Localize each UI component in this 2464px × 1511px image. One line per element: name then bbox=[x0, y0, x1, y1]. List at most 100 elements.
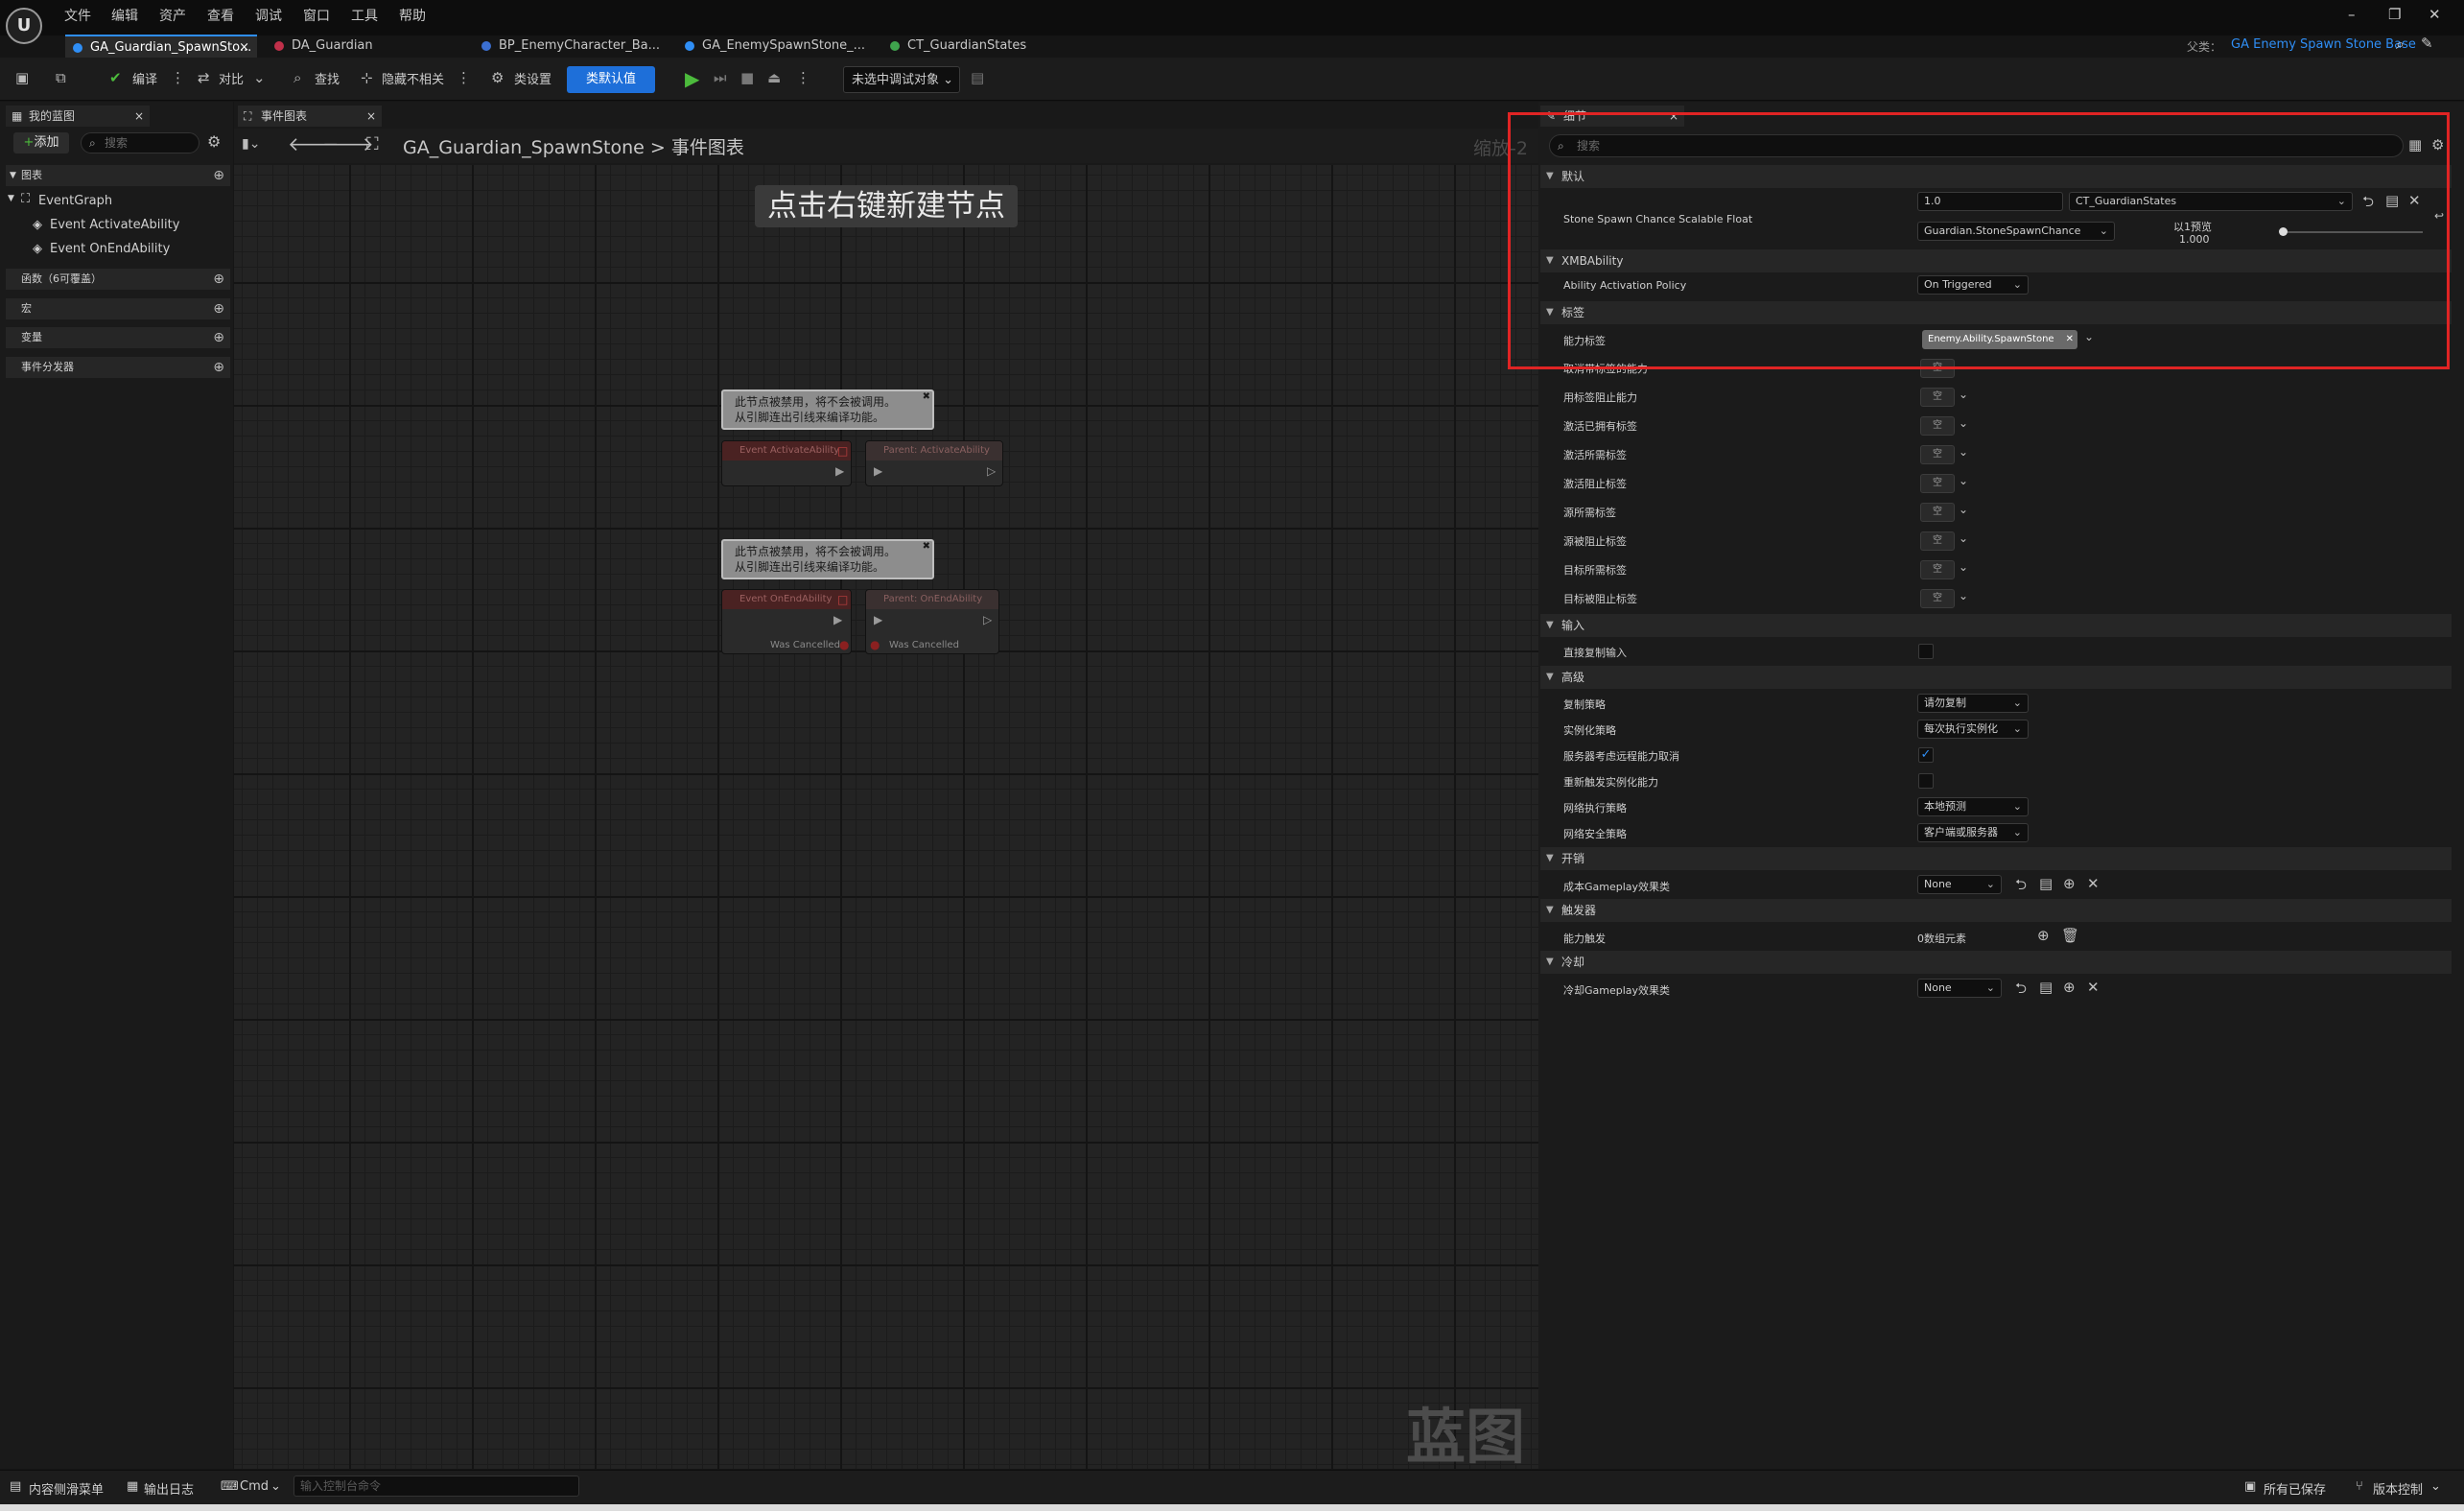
content-drawer-button[interactable]: 内容侧滑菜单 bbox=[29, 1479, 104, 1498]
parent-class-link[interactable]: GA Enemy Spawn Stone Base bbox=[2231, 37, 2416, 52]
debug-icon[interactable]: ▤ bbox=[971, 69, 984, 86]
debug-target-select[interactable]: 未选中调试对象 ⌄ bbox=[843, 66, 960, 93]
exec-in-pin-icon[interactable]: ▶ bbox=[874, 613, 882, 626]
more-icon[interactable]: ⋮ bbox=[796, 69, 810, 86]
cooldown-effect-select[interactable]: None ⌄ bbox=[1917, 979, 2002, 998]
instancing-policy-select[interactable]: 每次执行实例化 ⌄ bbox=[1917, 720, 2029, 739]
close-icon[interactable]: × bbox=[134, 106, 144, 127]
add-circle-icon[interactable]: ⊕ bbox=[2037, 927, 2050, 944]
node-event-on-end-ability[interactable]: Event OnEndAbility □ ▶ Was Cancelled ● bbox=[721, 589, 852, 654]
chevron-down-icon[interactable]: ⌄ bbox=[1959, 589, 1968, 602]
trash-icon[interactable]: 🗑 bbox=[2061, 927, 2079, 944]
menu-asset[interactable]: 资产 bbox=[159, 6, 186, 25]
menu-file[interactable]: 文件 bbox=[64, 6, 91, 25]
more-icon[interactable]: ⋮ bbox=[171, 69, 185, 86]
server-respects-cancel-checkbox[interactable]: ✓ bbox=[1918, 747, 1934, 763]
replicate-input-checkbox[interactable] bbox=[1918, 644, 1934, 659]
section-cost[interactable]: ▼ 开销 bbox=[1540, 847, 2452, 870]
all-saved-status[interactable]: 所有已保存 bbox=[2264, 1479, 2326, 1498]
event-item-end[interactable]: Event OnEndAbility bbox=[50, 242, 170, 256]
source-control-button[interactable]: 版本控制 bbox=[2373, 1479, 2423, 1498]
section-input[interactable]: ▼ 输入 bbox=[1540, 614, 2452, 637]
chevron-down-icon[interactable]: ⌄ bbox=[1959, 388, 1968, 401]
chevron-down-icon[interactable]: ⌄ bbox=[1959, 416, 1968, 430]
chevron-down-icon[interactable]: ⌄ bbox=[1959, 474, 1968, 487]
menu-window[interactable]: 窗口 bbox=[303, 6, 330, 25]
pin-icon[interactable]: ✖ bbox=[923, 539, 930, 555]
close-icon[interactable]: × bbox=[366, 106, 376, 127]
section-dispatchers[interactable]: 事件分发器 ⊕ bbox=[6, 357, 230, 378]
disabled-comment-bubble[interactable]: 此节点被禁用，将不会被调用。 从引脚连出引线来编译功能。 ✖ bbox=[721, 390, 934, 430]
net-execution-select[interactable]: 本地预测 ⌄ bbox=[1917, 797, 2029, 816]
add-button[interactable]: +添加 bbox=[13, 132, 69, 153]
class-settings-button[interactable]: 类设置 bbox=[514, 69, 551, 87]
tab-event-graph[interactable]: ⛶ 事件图表 × bbox=[238, 106, 382, 127]
search-icon[interactable]: ⌕ bbox=[2396, 35, 2405, 54]
node-parent-on-end-ability[interactable]: Parent: OnEndAbility ▶ ▷ ● Was Cancelled bbox=[865, 589, 999, 654]
add-circle-icon[interactable]: ⊕ bbox=[2063, 875, 2076, 892]
delegate-pin-icon[interactable]: □ bbox=[837, 593, 848, 606]
exec-in-pin-icon[interactable]: ▶ bbox=[874, 464, 882, 478]
stop-icon[interactable]: ■ bbox=[740, 69, 754, 86]
breadcrumb-blueprint[interactable]: GA_Guardian_SpawnStone bbox=[403, 137, 645, 158]
net-security-select[interactable]: 客户端或服务器 ⌄ bbox=[1917, 823, 2029, 842]
folder-icon[interactable]: ▤ bbox=[2039, 875, 2053, 892]
diff-button[interactable]: 对比 bbox=[219, 69, 244, 87]
search-input[interactable]: ⌕ 搜索 bbox=[81, 132, 199, 153]
section-cooldown[interactable]: ▼ 冷却 bbox=[1540, 951, 2452, 974]
find-icon[interactable]: ⌕ bbox=[293, 69, 301, 86]
chevron-down-icon[interactable]: ⌄ bbox=[1959, 560, 1968, 574]
browse-icon[interactable]: ⧉ bbox=[56, 69, 66, 86]
add-circle-icon[interactable]: ⊕ bbox=[213, 357, 224, 378]
add-circle-icon[interactable]: ⊕ bbox=[213, 298, 224, 319]
hide-unrelated-button[interactable]: 隐藏不相关 bbox=[382, 69, 444, 87]
edit-icon[interactable]: ✎ bbox=[2421, 35, 2433, 52]
section-macros[interactable]: 宏 ⊕ bbox=[6, 298, 230, 319]
tab-ga-enemyspawnstone[interactable]: GA_EnemySpawnStone_... bbox=[677, 35, 869, 58]
clear-icon[interactable]: ✕ bbox=[2087, 875, 2100, 892]
unreal-logo-icon[interactable]: U bbox=[6, 8, 42, 44]
hide-unrelated-icon[interactable]: ⊹ bbox=[361, 69, 373, 86]
section-variables[interactable]: 变量 ⊕ bbox=[6, 327, 230, 348]
compile-button[interactable]: 编译 bbox=[132, 69, 157, 87]
chevron-down-icon[interactable]: ⌄ bbox=[270, 1479, 281, 1494]
empty-tag-container[interactable]: 空 bbox=[1920, 589, 1955, 608]
node-event-activate-ability[interactable]: Event ActivateAbility □ ▶ bbox=[721, 440, 852, 486]
add-circle-icon[interactable]: ⊕ bbox=[213, 327, 224, 348]
chevron-down-icon[interactable]: ⌄ bbox=[1959, 503, 1968, 516]
chevron-down-icon[interactable]: ⌄ bbox=[1959, 445, 1968, 459]
delegate-pin-icon[interactable]: □ bbox=[837, 444, 848, 458]
play-icon[interactable]: ▶ bbox=[685, 67, 699, 90]
event-item-activate[interactable]: Event ActivateAbility bbox=[50, 218, 179, 232]
breadcrumb-graph[interactable]: 事件图表 bbox=[671, 137, 744, 158]
clear-icon[interactable]: ✕ bbox=[2087, 979, 2100, 996]
chevron-down-icon[interactable]: ⌄ bbox=[253, 69, 266, 86]
browse-arrow-icon[interactable]: ⮌ bbox=[2015, 875, 2027, 899]
cmd-select[interactable]: Cmd bbox=[240, 1479, 269, 1494]
collapse-icon[interactable]: ▼ bbox=[8, 194, 14, 203]
empty-tag-container[interactable]: 空 bbox=[1920, 531, 1955, 551]
add-circle-icon[interactable]: ⊕ bbox=[213, 269, 224, 290]
menu-view[interactable]: 查看 bbox=[207, 6, 234, 25]
compile-icon[interactable]: ✔ bbox=[109, 69, 122, 86]
restore-icon[interactable]: ❐ bbox=[2388, 6, 2401, 23]
menu-help[interactable]: 帮助 bbox=[399, 6, 426, 25]
close-window-icon[interactable]: ✕ bbox=[2429, 6, 2441, 23]
output-log-button[interactable]: 输出日志 bbox=[144, 1479, 194, 1498]
console-command-input[interactable]: 输入控制台命令 bbox=[293, 1476, 579, 1497]
exec-out-pin-icon[interactable]: ▶ bbox=[835, 464, 844, 478]
section-graphs[interactable]: ▼ 图表 ⊕ bbox=[6, 165, 230, 186]
empty-tag-container[interactable]: 空 bbox=[1920, 503, 1955, 522]
bookmark-icon[interactable]: ▮⌄ bbox=[242, 136, 260, 152]
event-graph-item[interactable]: EventGraph bbox=[38, 194, 112, 208]
empty-tag-container[interactable]: 空 bbox=[1920, 416, 1955, 436]
empty-tag-container[interactable]: 空 bbox=[1920, 474, 1955, 493]
menu-edit[interactable]: 编辑 bbox=[111, 6, 138, 25]
replication-policy-select[interactable]: 请勿复制 ⌄ bbox=[1917, 694, 2029, 713]
save-icon[interactable]: ▣ bbox=[15, 69, 29, 86]
disabled-comment-bubble[interactable]: 此节点被禁用，将不会被调用。 从引脚连出引线来编译功能。 ✖ bbox=[721, 539, 934, 579]
section-advanced[interactable]: ▼ 高级 bbox=[1540, 666, 2452, 689]
retrigger-checkbox[interactable] bbox=[1918, 773, 1934, 789]
menu-tools[interactable]: 工具 bbox=[351, 6, 378, 25]
minimize-icon[interactable]: – bbox=[2348, 6, 2356, 23]
